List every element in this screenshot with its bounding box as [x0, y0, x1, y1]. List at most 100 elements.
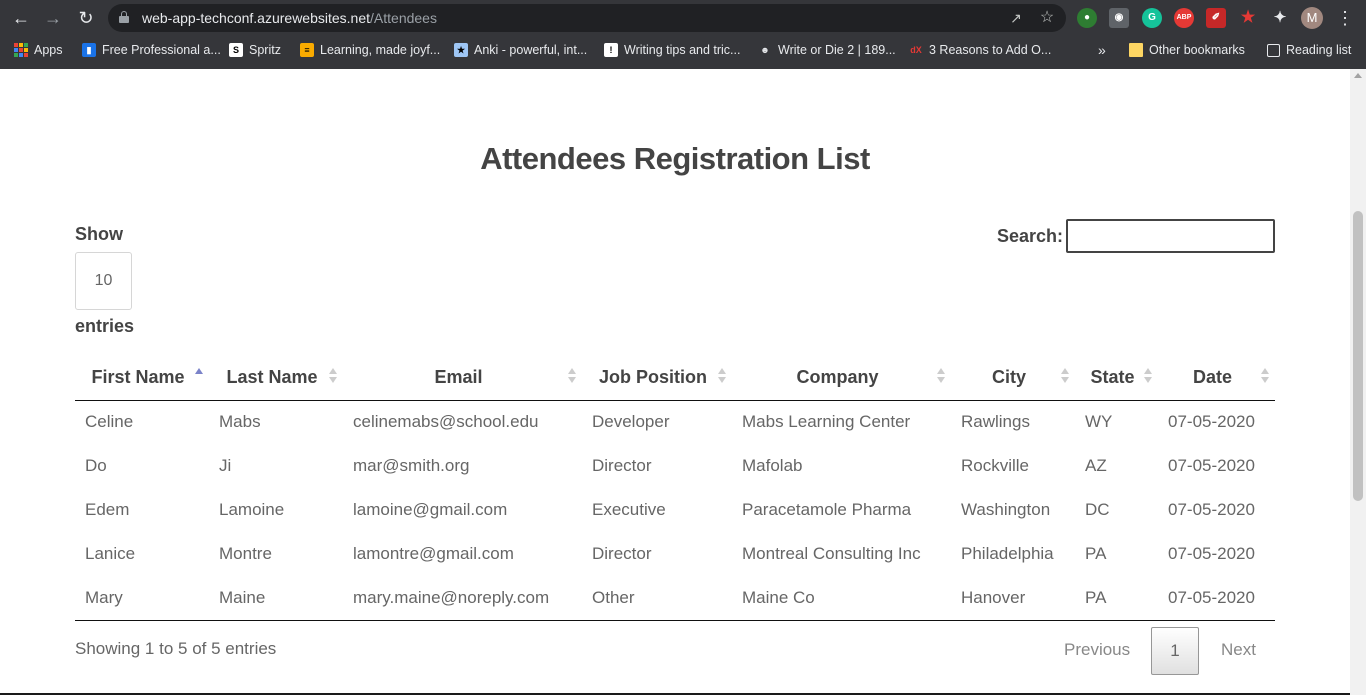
table-cell-city: Hanover: [951, 576, 1075, 621]
pdf-extension-icon[interactable]: ✐: [1206, 8, 1226, 28]
share-icon[interactable]: ↗: [1006, 8, 1026, 28]
grammarly-icon[interactable]: G: [1142, 8, 1162, 28]
reading-list[interactable]: Reading list: [1267, 41, 1351, 59]
extensions-puzzle-icon[interactable]: ✦: [1270, 8, 1290, 28]
bookmark-label: Writing tips and tric...: [624, 43, 741, 57]
table-row: Do Ji mar@smith.org Director Mafolab Rockvill…: [75, 444, 1275, 488]
address-bar[interactable]: web-app-techconf.azurewebsites.net/Atten…: [108, 4, 1066, 32]
browser-menu-icon[interactable]: ⋮: [1336, 6, 1354, 30]
table-cell-job-position: Executive: [592, 500, 666, 519]
reload-icon[interactable]: ↻: [74, 6, 98, 30]
column-header-label: Email: [434, 366, 483, 387]
table-cell-city: Washington: [961, 500, 1051, 519]
writeordie-favicon: ☻: [760, 45, 770, 55]
table-cell-last-name: Montre: [219, 544, 272, 563]
bookmark-spritz[interactable]: S Spritz: [229, 41, 281, 59]
table-row: Edem Lamoine lamoine@gmail.com Executive Par…: [75, 488, 1275, 532]
bookmark-label: Apps: [34, 43, 63, 57]
back-arrow-icon[interactable]: ←: [9, 6, 33, 30]
sort-both-icon: [1061, 368, 1069, 386]
table-cell-date: 07-05-2020: [1168, 412, 1255, 432]
next-page-button[interactable]: Next: [1221, 640, 1256, 660]
table-cell-last-name: Mabs: [219, 412, 261, 432]
search-input[interactable]: [1066, 219, 1275, 253]
table-cell-date: 07-05-2020: [1168, 456, 1255, 475]
adblock-plus-icon[interactable]: ABP: [1174, 8, 1194, 28]
bookmark-3-reasons[interactable]: dX 3 Reasons to Add O...: [909, 41, 1051, 59]
forward-arrow-icon[interactable]: →: [41, 6, 65, 30]
bookmarks-bar: Apps ▮ Free Professional a... S Spritz ≡…: [0, 36, 1366, 64]
other-bookmarks-label: Other bookmarks: [1149, 43, 1245, 57]
column-header-state[interactable]: State: [1075, 355, 1158, 401]
column-header-first-name[interactable]: First Name: [75, 355, 209, 401]
reading-list-icon: [1267, 43, 1280, 57]
show-label: Show: [75, 224, 123, 244]
table-cell-state: WY: [1085, 412, 1113, 432]
folder-icon: [1129, 43, 1143, 57]
column-header-date[interactable]: Date: [1158, 355, 1275, 401]
previous-page-button[interactable]: Previous: [1064, 640, 1130, 660]
entries-label: entries: [75, 316, 135, 336]
search-label: Search:: [997, 226, 1064, 246]
reading-list-label: Reading list: [1286, 43, 1352, 57]
table-cell-city: Rockville: [961, 456, 1030, 475]
table-body: Celine Mabs celinemabs@school.edu Developer…: [75, 400, 1275, 621]
writing-favicon: !: [604, 43, 618, 57]
table-cell-email: mar@smith.org: [353, 456, 470, 475]
scrollbar-thumb[interactable]: [1353, 211, 1363, 501]
column-header-label: Last Name: [226, 366, 318, 387]
page-scrollbar[interactable]: [1350, 69, 1366, 695]
bookmark-learning[interactable]: ≡ Learning, made joyf...: [300, 41, 440, 59]
bookmark-label: Learning, made joyf...: [320, 43, 441, 57]
lock-icon[interactable]: [119, 11, 129, 23]
url-text[interactable]: web-app-techconf.azurewebsites.net/Atten…: [142, 10, 437, 26]
camera-extension-icon[interactable]: ◉: [1109, 8, 1129, 28]
bookmark-apps[interactable]: Apps: [14, 41, 63, 59]
table-row: Celine Mabs celinemabs@school.edu Developer…: [75, 400, 1275, 444]
column-header-last-name[interactable]: Last Name: [209, 355, 343, 401]
attendees-table: First Name Last Name Email Job Position Comp…: [75, 355, 1275, 621]
table-cell-date: 07-05-2020: [1158, 576, 1275, 621]
page-title: Attendees Registration List: [480, 141, 870, 176]
table-cell-city: Rawlings: [961, 412, 1030, 432]
page-length-select[interactable]: 10: [75, 252, 132, 310]
bookmark-favicon: ▮: [82, 43, 96, 57]
profile-avatar[interactable]: M: [1301, 7, 1323, 29]
sort-both-icon: [1261, 368, 1269, 386]
table-cell-job-position: Other: [582, 576, 732, 621]
url-host: web-app-techconf.azurewebsites.net: [142, 10, 371, 26]
bookmark-write-or-die[interactable]: ☻ Write or Die 2 | 189...: [758, 41, 895, 59]
column-header-label: Job Position: [599, 366, 707, 387]
table-header-row: First Name Last Name Email Job Position Comp…: [75, 355, 1275, 401]
table-cell-first-name: Celine: [85, 412, 134, 432]
bookmark-anki[interactable]: ★ Anki - powerful, int...: [454, 41, 587, 59]
column-header-job-position[interactable]: Job Position: [582, 355, 732, 401]
scroll-up-arrow-icon[interactable]: [1354, 73, 1362, 78]
table-cell-company: Montreal Consulting Inc: [742, 544, 921, 563]
table-cell-first-name: Lanice: [85, 544, 136, 563]
table-cell-last-name: Maine: [209, 576, 343, 621]
table-row: Mary Maine mary.maine@noreply.com Other Main…: [75, 576, 1275, 621]
current-page-button[interactable]: 1: [1151, 627, 1199, 675]
bookmark-writing-tips[interactable]: ! Writing tips and tric...: [604, 41, 740, 59]
table-cell-state: PA: [1075, 576, 1158, 621]
bookmarks-overflow-button[interactable]: »: [1098, 41, 1106, 59]
column-header-company[interactable]: Company: [732, 355, 951, 401]
table-cell-job-position: Director: [592, 544, 652, 563]
other-bookmarks[interactable]: Other bookmarks: [1129, 41, 1245, 59]
sort-both-icon: [937, 368, 945, 386]
extension-colorful-icon[interactable]: ●: [1077, 8, 1097, 28]
column-header-email[interactable]: Email: [343, 355, 582, 401]
table-cell-email: mary.maine@noreply.com: [343, 576, 582, 621]
bookmark-star-extension-icon[interactable]: ★: [1238, 8, 1258, 28]
bookmark-free-professional[interactable]: ▮ Free Professional a...: [82, 41, 221, 59]
table-cell-company: Mabs Learning Center: [742, 412, 911, 432]
apps-grid-icon: [14, 43, 28, 57]
table-cell-email: celinemabs@school.edu: [353, 412, 539, 432]
table-cell-job-position: Director: [592, 456, 652, 475]
sort-both-icon: [568, 368, 576, 386]
sort-both-icon: [329, 368, 337, 386]
star-icon[interactable]: ☆: [1037, 8, 1057, 28]
column-header-city[interactable]: City: [951, 355, 1075, 401]
table-cell-company: Mafolab: [742, 456, 803, 475]
